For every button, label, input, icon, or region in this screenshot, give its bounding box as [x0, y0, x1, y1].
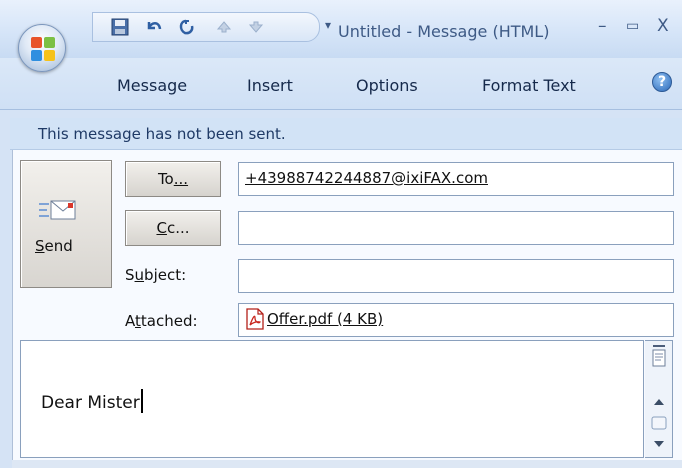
subject-field[interactable] [238, 259, 674, 293]
info-bar: This message has not been sent. [10, 118, 682, 150]
subject-label: Subject: [125, 266, 187, 284]
window-title: Untitled - Message (HTML) [338, 22, 550, 41]
close-button[interactable]: X [657, 16, 669, 36]
text-caret [140, 389, 143, 413]
scroll-thumb[interactable] [649, 414, 669, 432]
to-field[interactable]: +43988742244887@ixiFAX.com [238, 162, 674, 196]
message-body[interactable]: Dear Mister [20, 340, 644, 458]
bottom-border [12, 460, 682, 468]
tab-format-text[interactable]: Format Text [482, 76, 576, 95]
ruler-toggle-icon[interactable] [649, 343, 669, 373]
vertical-scrollbar[interactable] [645, 340, 673, 458]
redo-icon[interactable] [175, 17, 197, 37]
pdf-icon [246, 308, 264, 330]
scroll-up-icon[interactable] [649, 393, 669, 411]
attachment-label[interactable]: Offer.pdf (4 KB) [267, 310, 383, 328]
to-recipient[interactable]: +43988742244887@ixiFAX.com [245, 169, 488, 187]
cc-button[interactable]: Cc... [125, 210, 221, 246]
tab-options[interactable]: Options [356, 76, 418, 95]
attachment-item[interactable]: Offer.pdf (4 KB) [245, 308, 383, 330]
cc-field[interactable] [238, 211, 674, 245]
to-button[interactable]: To... [125, 161, 221, 197]
attachment-field: Offer.pdf (4 KB) [238, 303, 674, 337]
undo-icon[interactable] [143, 17, 165, 37]
office-logo-icon [31, 37, 55, 61]
send-label: Send [35, 237, 73, 255]
maximize-button[interactable]: ▭ [626, 18, 639, 34]
scroll-down-icon[interactable] [649, 435, 669, 453]
save-icon[interactable] [109, 17, 131, 37]
envelope-icon [39, 199, 77, 225]
message-body-text: Dear Mister [41, 389, 143, 413]
quick-access-toolbar [92, 12, 320, 42]
tab-insert[interactable]: Insert [247, 76, 293, 95]
arrow-down-icon[interactable] [245, 17, 267, 37]
title-bar: ▾ Untitled - Message (HTML) – ▭ X [0, 0, 682, 72]
arrow-up-icon[interactable] [213, 17, 235, 37]
customize-qat-icon[interactable]: ▾ [325, 15, 333, 39]
help-icon[interactable]: ? [652, 72, 672, 92]
tab-message[interactable]: Message [117, 76, 187, 95]
office-button[interactable] [18, 24, 66, 72]
attached-label: Attached: [125, 312, 198, 330]
send-button[interactable]: Send [20, 160, 112, 288]
minimize-button[interactable]: – [598, 16, 607, 36]
ribbon-tab-bar: Message Insert Options Format Text ? [0, 58, 682, 110]
